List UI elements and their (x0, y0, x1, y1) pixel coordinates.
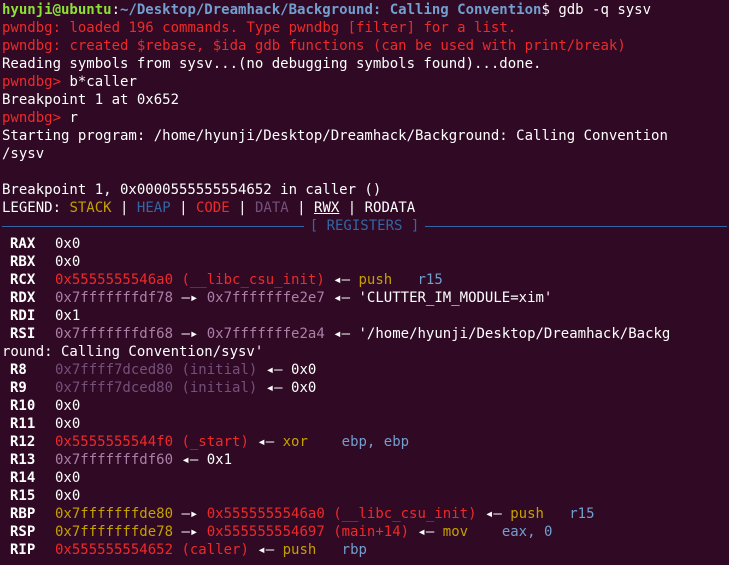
legend-heap: HEAP (136, 200, 171, 216)
register-rsi: RSI 0x7fffffffdf68 —▸ 0x7fffffffe2a4 ◂— '… (10, 326, 671, 342)
legend-rwx: RWX (314, 200, 340, 216)
arrow-right-icon: —▸ (181, 290, 199, 306)
legend-rodata: RODATA (364, 200, 416, 216)
terminal[interactable]: hyunji@ubuntu:~/Desktop/Dreamhack/Backgr… (0, 0, 729, 559)
arrow-right-icon: —▸ (181, 506, 199, 522)
gdb-prompt: pwndbg> (2, 110, 62, 126)
register-r10: R10 0x0 (10, 398, 81, 414)
breakpoint-hit-line: Breakpoint 1, 0x0000555555554652 in call… (2, 182, 382, 198)
arrow-icon: ◂— (333, 326, 351, 342)
shell-command: gdb -q sysv (558, 2, 652, 18)
registers-header: [ REGISTERS ] (2, 217, 728, 235)
arrow-icon: ◂— (257, 542, 275, 558)
register-r8: R8 0x7ffff7dced80 (initial) ◂— 0x0 (10, 362, 317, 378)
register-rbx: RBX 0x0 (10, 254, 81, 270)
register-r11: R11 0x0 (10, 416, 81, 432)
arrow-icon: ◂— (333, 290, 351, 306)
register-r15: R15 0x0 (10, 488, 81, 504)
gdb-command-line: pwndbg> r (2, 110, 78, 126)
shell-prompt-line: hyunji@ubuntu:~/Desktop/Dreamhack/Backgr… (2, 2, 652, 18)
registers-title: [ REGISTERS ] (309, 218, 420, 234)
arrow-right-icon: —▸ (181, 326, 199, 342)
arrow-icon: ◂— (265, 380, 283, 396)
pwndbg-info-line: pwndbg: loaded 196 commands. Type pwndbg… (2, 20, 517, 36)
legend-code: CODE (195, 200, 230, 216)
breakpoint-set-line: Breakpoint 1 at 0x652 (2, 92, 180, 108)
register-r12: R12 0x5555555544f0 (_start) ◂— xor ebp, e… (10, 434, 410, 450)
register-rdx: RDX 0x7fffffffdf78 —▸ 0x7fffffffe2e7 ◂— '… (10, 290, 553, 306)
register-rsi-continued: round: Calling Convention/sysv' (2, 344, 264, 360)
starting-program-line: /sysv (2, 146, 45, 162)
register-rbp: RBP 0x7fffffffde80 —▸ 0x5555555546a0 (__l… (10, 506, 595, 522)
reading-symbols-line: Reading symbols from sysv...(no debuggin… (2, 56, 542, 72)
arrow-icon: ◂— (265, 362, 283, 378)
arrow-right-icon: —▸ (181, 524, 199, 540)
pwndbg-info-line: pwndbg: created $rebase, $ida gdb functi… (2, 38, 626, 54)
gdb-command-line: pwndbg> b*caller (2, 74, 137, 90)
arrow-icon: ◂— (333, 272, 351, 288)
arrow-icon: ◂— (181, 452, 199, 468)
legend-stack: STACK (69, 200, 112, 216)
arrow-icon: ◂— (257, 434, 275, 450)
gdb-prompt: pwndbg> (2, 74, 62, 90)
cwd-path: ~/Desktop/Dreamhack/Background: Calling … (120, 2, 542, 18)
register-r13: R13 0x7fffffffdf60 ◂— 0x1 (10, 452, 233, 468)
register-rsp: RSP 0x7fffffffde78 —▸ 0x555555554697 (mai… (10, 524, 553, 540)
arrow-icon: ◂— (484, 506, 502, 522)
register-r14: R14 0x0 (10, 470, 81, 486)
arrow-icon: ◂— (417, 524, 435, 540)
register-rax: RAX 0x0 (10, 236, 81, 252)
user-host: hyunji@ubuntu (2, 2, 112, 18)
register-r9: R9 0x7ffff7dced80 (initial) ◂— 0x0 (10, 380, 317, 396)
register-rcx: RCX 0x5555555546a0 (__libc_csu_init) ◂— p… (10, 272, 443, 288)
starting-program-line: Starting program: /home/hyunji/Desktop/D… (2, 128, 668, 144)
legend-data: DATA (254, 200, 289, 216)
legend-line: LEGEND: STACK | HEAP | CODE | DATA | RWX… (2, 200, 416, 216)
header-rule (2, 225, 304, 227)
header-rule (425, 225, 728, 227)
register-rdi: RDI 0x1 (10, 308, 81, 324)
register-rip: RIP 0x555555554652 (caller) ◂— push rbp (10, 542, 367, 558)
